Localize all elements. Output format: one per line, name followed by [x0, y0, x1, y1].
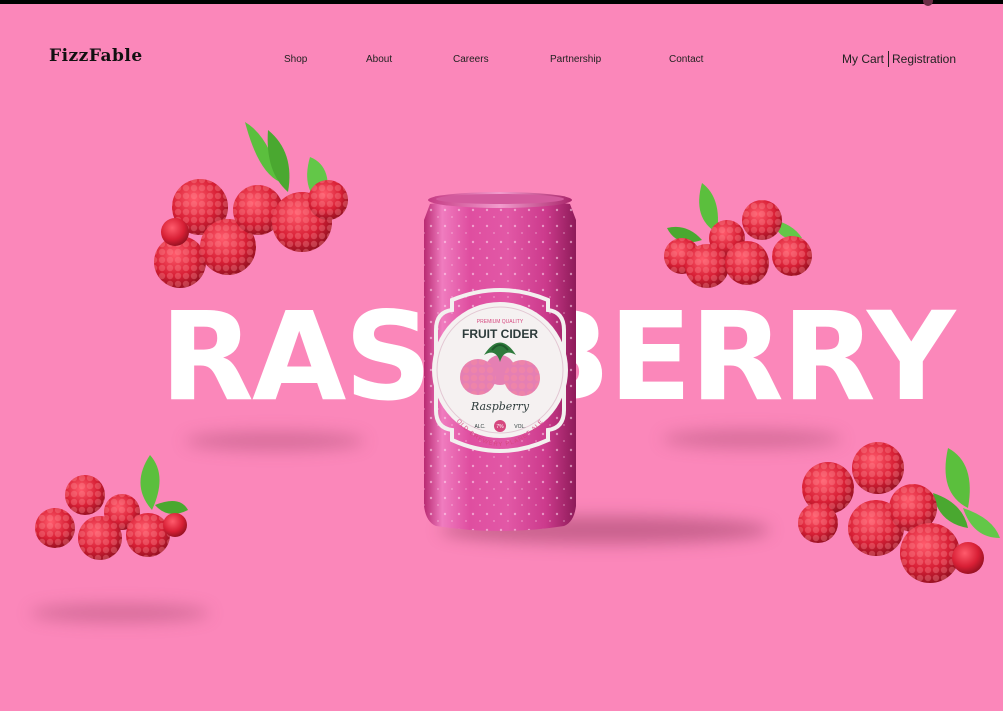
cider-can-image: PREMIUM QUALITY FRUIT CIDER Raspberry AL…: [424, 192, 576, 531]
nav-contact[interactable]: Contact: [669, 54, 703, 65]
nav-about[interactable]: About: [366, 54, 392, 65]
can-abv-text: 7%: [496, 424, 504, 430]
nav-shop[interactable]: Shop: [284, 54, 307, 65]
raspberry-cluster-icon: [35, 455, 188, 560]
can-alc-text: ALC.: [474, 424, 485, 430]
my-cart-link[interactable]: My Cart: [842, 52, 884, 66]
can-flavor-text: Raspberry: [470, 400, 530, 413]
raspberry-cluster-icon: [664, 183, 812, 288]
can-vol-text: VOL.: [514, 424, 525, 430]
status-dot-icon: [923, 0, 933, 6]
can-premium-text: PREMIUM QUALITY: [477, 319, 524, 325]
registration-link[interactable]: Registration: [892, 52, 956, 66]
raspberry-cluster-icon: [798, 442, 1000, 583]
nav-careers[interactable]: Careers: [453, 54, 489, 65]
account-divider: [888, 51, 889, 67]
raspberry-cluster-icon: [154, 122, 348, 288]
shadow-left-text: [185, 432, 365, 450]
nav-partnership[interactable]: Partnership: [550, 54, 601, 65]
top-bar: [0, 0, 1003, 4]
account-links: My Cart Registration: [842, 51, 956, 67]
shadow-bottom-left: [30, 604, 210, 622]
can-title-text: FRUIT CIDER: [462, 327, 538, 341]
